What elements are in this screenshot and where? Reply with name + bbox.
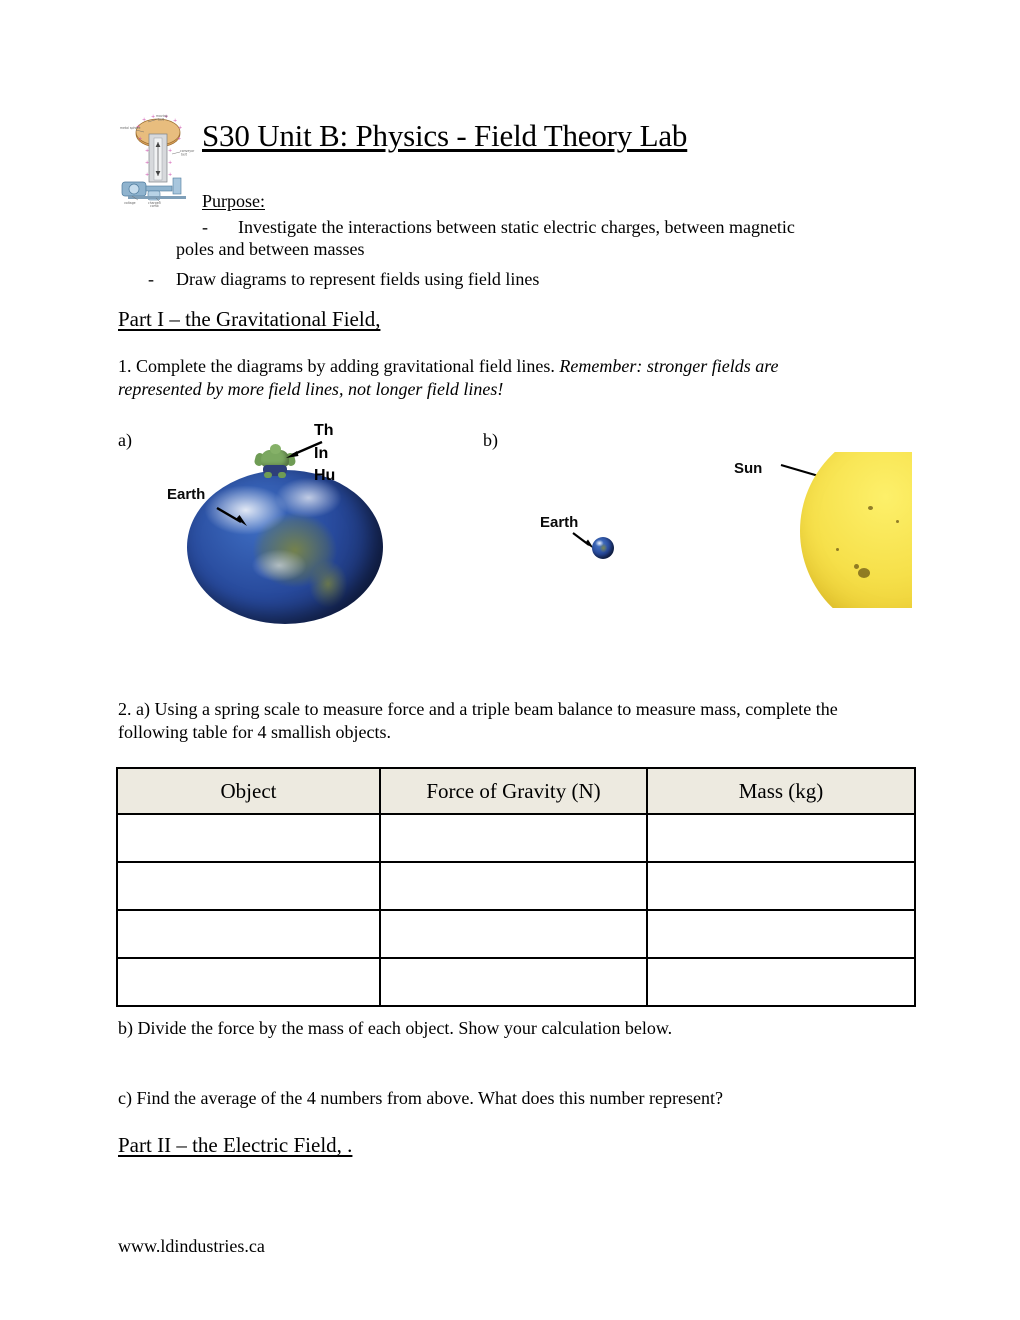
- purpose-bullet: -: [148, 269, 154, 289]
- purpose-item: - Investigate the interactions between s…: [118, 217, 878, 260]
- earth-label: Earth: [167, 486, 206, 503]
- purpose-bullet: -: [202, 217, 208, 237]
- table-cell-object[interactable]: [116, 957, 381, 1007]
- svg-text:metal sphere: metal sphere: [120, 126, 141, 130]
- svg-text:+: +: [168, 172, 172, 178]
- sun-graphic: [800, 452, 912, 608]
- svg-text:+: +: [168, 160, 172, 166]
- purpose-item-line1: Investigate the interactions between sta…: [238, 217, 795, 237]
- question-2b-text: b) Divide the force by the mass of each …: [118, 1018, 673, 1038]
- svg-text:+: +: [145, 160, 149, 166]
- part-1-heading: Part I – the Gravitational Field,: [118, 307, 381, 331]
- purpose-label: Purpose:: [202, 191, 265, 211]
- table-row: [116, 813, 916, 863]
- table-cell-force[interactable]: [379, 861, 648, 911]
- table-cell-force[interactable]: [379, 957, 648, 1007]
- table-cell-mass[interactable]: [646, 957, 916, 1007]
- earth-and-sun-diagram: Earth Sun: [522, 452, 912, 608]
- purpose-item-line2: poles and between masses: [176, 238, 365, 259]
- table-cell-object[interactable]: [116, 813, 381, 863]
- footer-url: www.ldindustries.ca: [118, 1236, 265, 1256]
- svg-text:belt: belt: [181, 153, 188, 157]
- table-row: [116, 861, 916, 911]
- earth-pointer-arrow: [216, 506, 247, 526]
- svg-text:+: +: [151, 114, 155, 120]
- hulk-caption-line-3: Hu: [314, 467, 336, 485]
- table-cell-force[interactable]: [379, 909, 648, 959]
- measurements-table: Object Force of Gravity (N) Mass (kg): [116, 767, 916, 1007]
- svg-text:+: +: [145, 148, 149, 154]
- table-header-object: Object: [116, 767, 381, 815]
- van-de-graaff-generator-icon: + + + + + + + + + + + + + + moving belt …: [118, 112, 198, 208]
- earth-planet-graphic: [187, 470, 383, 624]
- part-2-heading: Part II – the Electric Field, .: [118, 1133, 353, 1157]
- table-cell-force[interactable]: [379, 813, 648, 863]
- svg-text:+: +: [142, 117, 146, 123]
- question-2a-text: 2. a) Using a spring scale to measure fo…: [118, 698, 908, 744]
- table-cell-mass[interactable]: [646, 813, 916, 863]
- table-cell-mass[interactable]: [646, 909, 916, 959]
- table-header-force: Force of Gravity (N): [379, 767, 648, 815]
- table-row: [116, 909, 916, 959]
- table-cell-mass[interactable]: [646, 861, 916, 911]
- svg-text:+: +: [138, 136, 142, 142]
- document-page: + + + + + + + + + + + + + + moving belt …: [0, 0, 1020, 1320]
- earth-label: Earth: [540, 514, 579, 531]
- svg-text:+: +: [145, 172, 149, 178]
- earth-and-hulk-diagram: Earth Th In Hu: [155, 422, 397, 637]
- table-header-mass: Mass (kg): [646, 767, 916, 815]
- page-title: S30 Unit B: Physics - Field Theory Lab: [202, 118, 688, 153]
- sun-label: Sun: [734, 460, 763, 477]
- svg-text:voltage: voltage: [124, 201, 136, 205]
- hulk-pointer-arrow: [286, 440, 323, 458]
- sublabel-b: b): [483, 430, 498, 450]
- svg-text:+: +: [168, 148, 172, 154]
- question-1-prompt: 1. Complete the diagrams by adding gravi…: [118, 356, 560, 376]
- svg-text:comb: comb: [150, 204, 159, 208]
- svg-text:belt: belt: [158, 117, 165, 121]
- earth-planet-graphic: [592, 537, 614, 559]
- svg-text:+: +: [173, 118, 177, 124]
- question-2a-line1: 2. a) Using a spring scale to measure fo…: [118, 699, 812, 719]
- table-row: [116, 957, 916, 1007]
- purpose-item: - Draw diagrams to represent fields usin…: [118, 269, 878, 291]
- purpose-item-line1: Draw diagrams to represent fields using …: [176, 269, 540, 289]
- table-cell-object[interactable]: [116, 909, 381, 959]
- sublabel-a: a): [118, 430, 132, 450]
- question-1-text: 1. Complete the diagrams by adding gravi…: [118, 355, 818, 401]
- svg-text:+: +: [177, 136, 181, 142]
- table-cell-object[interactable]: [116, 861, 381, 911]
- svg-text:+: +: [178, 125, 182, 131]
- question-2c-text: c) Find the average of the 4 numbers fro…: [118, 1088, 723, 1108]
- table-header-row: Object Force of Gravity (N) Mass (kg): [116, 767, 916, 815]
